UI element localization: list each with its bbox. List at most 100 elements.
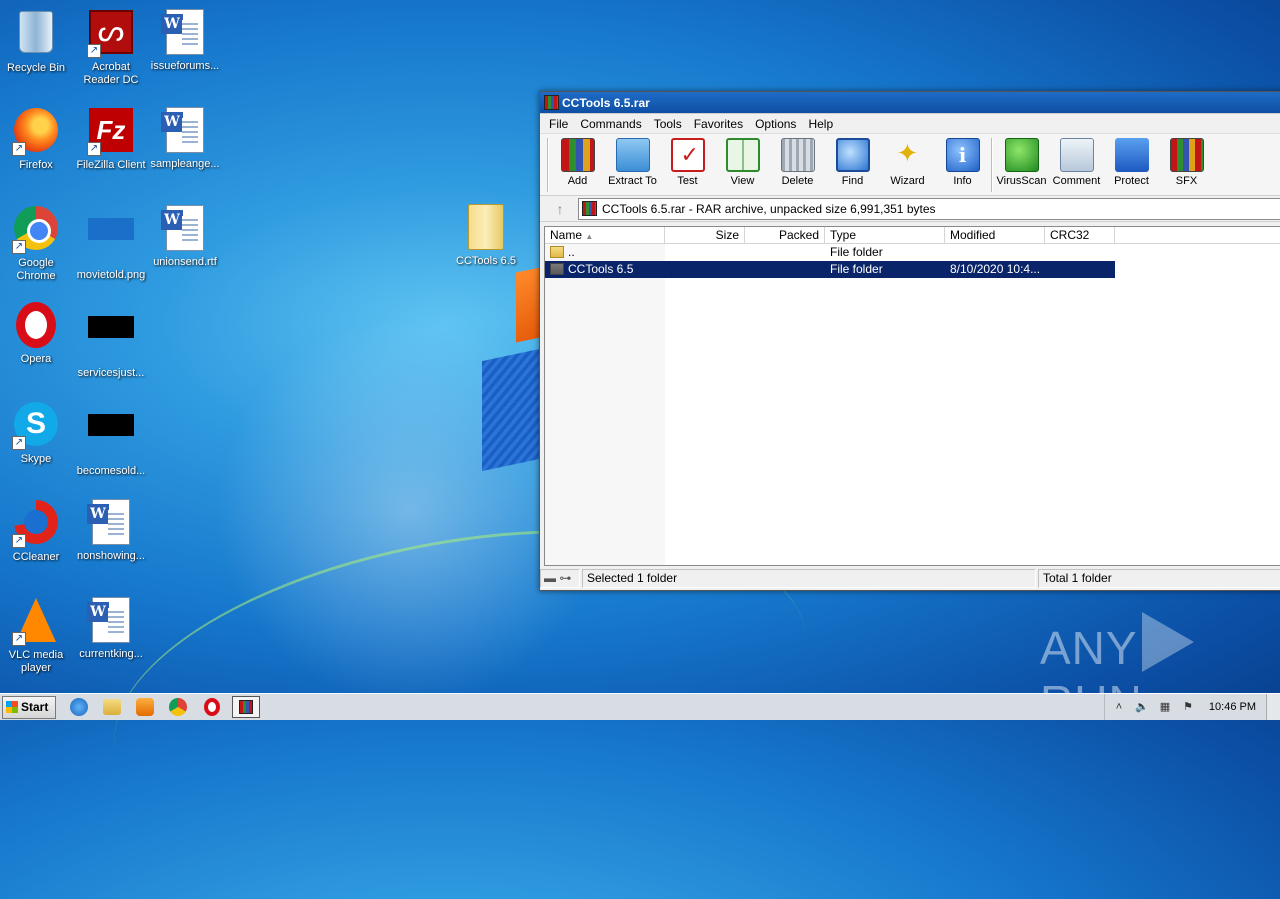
extract-to-label: Extract To: [608, 175, 657, 187]
desktop-icon-label: Firefox: [19, 159, 53, 171]
start-button[interactable]: Start: [2, 695, 56, 719]
taskbar-media-player-icon[interactable]: [136, 698, 154, 716]
desktop-icon-vlc[interactable]: ↗ VLC media player: [0, 596, 74, 675]
comment-button[interactable]: Comment: [1049, 138, 1104, 187]
desktop-icon-issueforums[interactable]: W issueforums...: [147, 8, 223, 73]
desktop-icon-ccleaner[interactable]: ↗ CCleaner: [0, 498, 74, 564]
file-list[interactable]: Name ▲ Size Packed Type Modified CRC32 .…: [544, 226, 1280, 566]
menu-help[interactable]: Help: [802, 114, 839, 133]
shield-icon: [1114, 138, 1149, 172]
add-archive-icon: [560, 138, 595, 172]
desktop-icon-opera[interactable]: Opera: [0, 302, 74, 366]
desktop-icon-label: movietold.png: [76, 269, 146, 281]
desktop-icon-movietold[interactable]: movietold.png: [73, 204, 149, 282]
window-title: CCTools 6.5.rar: [562, 96, 650, 110]
desktop-icon-firefox[interactable]: ↗ Firefox: [0, 106, 74, 172]
taskbar-explorer-icon[interactable]: [103, 699, 121, 715]
extract-folder-icon: [615, 138, 650, 172]
column-header-size[interactable]: Size: [665, 227, 745, 244]
protect-button[interactable]: Protect: [1104, 138, 1159, 187]
taskbar-chrome-icon[interactable]: [169, 698, 187, 716]
wizard-label: Wizard: [890, 175, 925, 187]
desktop-icon-skype[interactable]: S ↗ Skype: [0, 400, 74, 466]
menu-tools[interactable]: Tools: [648, 114, 688, 133]
taskbar-ie-icon[interactable]: [70, 698, 88, 716]
up-arrow-icon[interactable]: ↑: [546, 199, 574, 219]
desktop-icon-servicesjust[interactable]: servicesjust...: [73, 302, 149, 380]
menu-favorites[interactable]: Favorites: [688, 114, 749, 133]
status-selected: Selected 1 folder: [582, 569, 1036, 588]
delete-button[interactable]: Delete: [770, 138, 825, 187]
sfx-button[interactable]: SFX: [1159, 138, 1214, 187]
desktop-icon-nonshowing[interactable]: W nonshowing...: [73, 498, 149, 563]
add-button[interactable]: Add: [550, 138, 605, 187]
info-button[interactable]: i Info: [935, 138, 990, 187]
column-header-type[interactable]: Type: [825, 227, 945, 244]
windows-logo: [480, 267, 540, 472]
action-center-flag-icon[interactable]: ⚑: [1180, 699, 1196, 715]
toolbar: Add Extract To Test View Delete Find Wiz…: [540, 134, 1280, 196]
menu-bar: File Commands Tools Favorites Options He…: [540, 114, 1280, 134]
row-type: File folder: [830, 245, 883, 259]
desktop-icon-label: becomesold...: [76, 465, 146, 477]
test-checklist-icon: [670, 138, 705, 172]
desktop-icon-cctools-folder[interactable]: CCTools 6.5: [448, 204, 524, 268]
show-desktop-button[interactable]: [1266, 694, 1280, 720]
column-header-crc32[interactable]: CRC32: [1045, 227, 1115, 244]
menu-commands[interactable]: Commands: [574, 114, 647, 133]
desktop-icon-chrome[interactable]: ↗ Google Chrome: [0, 204, 74, 283]
taskbar-opera-icon[interactable]: [204, 698, 220, 716]
list-item-cctools[interactable]: CCTools 6.5 File folder 8/10/2020 10:4..…: [545, 261, 1280, 278]
watermark-left: ANY: [1040, 622, 1138, 674]
row-packed: [745, 261, 825, 278]
column-header-modified[interactable]: Modified: [945, 227, 1045, 244]
wizard-button[interactable]: Wizard: [880, 138, 935, 187]
word-document-icon: W: [87, 499, 130, 545]
desktop-icon-recycle-bin[interactable]: Recycle Bin: [0, 8, 74, 75]
column-header-packed[interactable]: Packed: [745, 227, 825, 244]
desktop-icon-becomesold[interactable]: becomesold...: [73, 400, 149, 478]
virusscan-button[interactable]: VirusScan: [994, 138, 1049, 187]
bug-scan-icon: [1004, 138, 1039, 172]
desktop-icon-currentking[interactable]: W currentking...: [73, 596, 149, 661]
desktop-icon-label: Opera: [20, 353, 52, 365]
extract-to-button[interactable]: Extract To: [605, 138, 660, 187]
winrar-window: CCTools 6.5.rar File Commands Tools Favo…: [539, 91, 1280, 591]
desktop-icon-filezilla[interactable]: Fz ↗ FileZilla Client: [73, 106, 149, 172]
desktop-icon-acrobat[interactable]: ᔕ ↗ Acrobat Reader DC: [73, 8, 149, 87]
test-button[interactable]: Test: [660, 138, 715, 187]
column-header-row: Name ▲ Size Packed Type Modified CRC32: [545, 227, 1280, 244]
row-modified: [945, 244, 1045, 261]
show-hidden-icons-icon[interactable]: ˄: [1111, 699, 1127, 715]
file-thumbnail-icon: [88, 414, 134, 436]
desktop-icon-sampleange[interactable]: W sampleange...: [147, 106, 223, 171]
desktop-icon-label: CCleaner: [12, 551, 60, 563]
info-icon: i: [945, 138, 980, 172]
column-name-label: Name: [550, 228, 583, 242]
clock[interactable]: 10:46 PM: [1209, 701, 1256, 713]
row-crc: [1045, 244, 1115, 261]
window-titlebar[interactable]: CCTools 6.5.rar: [540, 92, 1280, 114]
column-header-name[interactable]: Name ▲: [545, 227, 665, 244]
path-field[interactable]: CCTools 6.5.rar - RAR archive, unpacked …: [578, 197, 1280, 220]
menu-file[interactable]: File: [543, 114, 574, 133]
drive-key-icon[interactable]: ▬ ⊶: [540, 569, 580, 588]
word-document-icon: W: [161, 9, 204, 55]
menu-options[interactable]: Options: [749, 114, 802, 133]
folder-icon: [550, 263, 564, 275]
find-button[interactable]: Find: [825, 138, 880, 187]
taskbar-winrar-button[interactable]: [232, 696, 260, 718]
image-file-icon: [88, 218, 134, 240]
volume-icon[interactable]: 🔈: [1134, 699, 1150, 715]
row-name: CCTools 6.5: [568, 262, 634, 276]
taskbar: Start ˄ 🔈 ▦ ⚑ 10:46 PM: [0, 693, 1280, 720]
play-icon: [1141, 612, 1194, 672]
magnifier-icon: [835, 138, 870, 172]
desktop-icon-unionsend[interactable]: W unionsend.rtf: [147, 204, 223, 269]
list-item-parent[interactable]: .. File folder: [545, 244, 1280, 261]
view-button[interactable]: View: [715, 138, 770, 187]
sort-up-icon: ▲: [585, 232, 594, 241]
delete-label: Delete: [781, 175, 814, 187]
desktop-icon-label: issueforums...: [150, 60, 220, 72]
network-icon[interactable]: ▦: [1157, 699, 1173, 715]
